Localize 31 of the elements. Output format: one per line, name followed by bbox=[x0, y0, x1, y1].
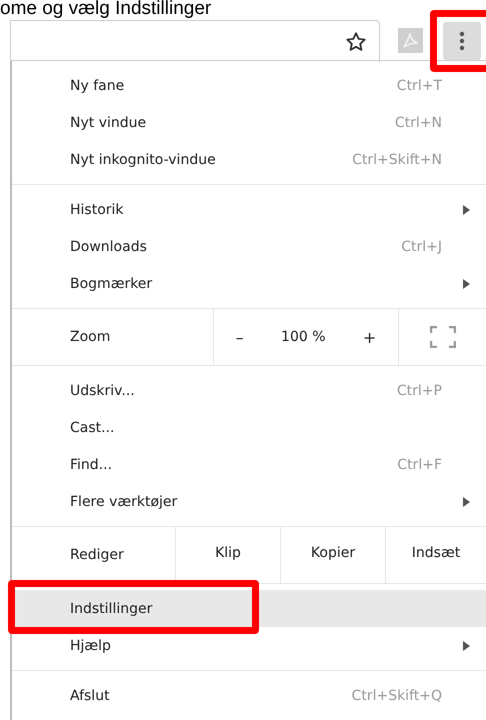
fullscreen-icon[interactable] bbox=[430, 326, 456, 348]
menu-item[interactable]: Downloads Ctrl+J bbox=[12, 228, 486, 265]
menu-item[interactable]: Cast... bbox=[12, 409, 486, 446]
menu-item[interactable]: Nyt vindue Ctrl+N bbox=[12, 104, 486, 141]
menu-item[interactable]: Historik bbox=[12, 191, 486, 228]
menu-item[interactable]: Udskriv... Ctrl+P bbox=[12, 372, 486, 409]
more-dots-icon bbox=[459, 31, 465, 51]
menu-button[interactable] bbox=[443, 22, 481, 60]
zoom-label: Zoom bbox=[70, 329, 110, 345]
menu-item[interactable]: Indstillinger bbox=[12, 590, 486, 627]
zoom-level: 100 % bbox=[281, 329, 326, 345]
edit-label: Rediger bbox=[70, 547, 124, 563]
submenu-arrow-icon bbox=[463, 278, 470, 288]
edit-button[interactable]: Kopier bbox=[281, 527, 386, 583]
submenu-arrow-icon bbox=[463, 496, 470, 506]
menu-item[interactable]: Ny fane Ctrl+T bbox=[12, 67, 486, 104]
menu-item[interactable]: Find... Ctrl+F bbox=[12, 446, 486, 483]
edit-button[interactable]: Indsæt bbox=[386, 527, 486, 583]
menu-item[interactable]: Hjælp bbox=[12, 627, 486, 664]
submenu-arrow-icon bbox=[463, 204, 470, 214]
menu-item[interactable]: Nyt inkognito-vindue Ctrl+Skift+N bbox=[12, 141, 486, 178]
submenu-arrow-icon bbox=[463, 640, 470, 650]
address-field[interactable] bbox=[10, 20, 380, 62]
zoom-in-button[interactable]: + bbox=[356, 326, 382, 348]
zoom-out-button[interactable]: – bbox=[230, 326, 250, 348]
menu-item[interactable]: Flere værktøjer bbox=[12, 483, 486, 520]
caption-text: ome og vælg Indstillinger bbox=[0, 0, 212, 18]
star-icon[interactable] bbox=[345, 30, 367, 52]
edit-button[interactable]: Klip bbox=[176, 527, 281, 583]
menu-item[interactable]: Afslut Ctrl+Skift+Q bbox=[12, 677, 486, 714]
menu-item[interactable]: Bogmærker bbox=[12, 265, 486, 302]
